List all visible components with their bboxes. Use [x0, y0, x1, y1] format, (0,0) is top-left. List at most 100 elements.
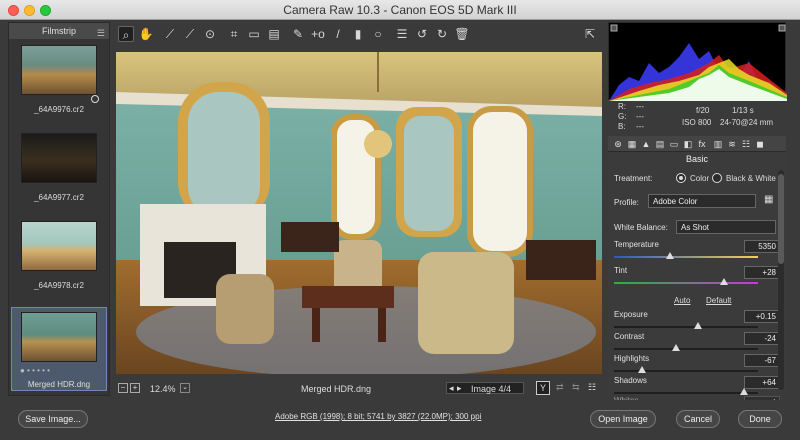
hsl-tab-icon[interactable]: ▤ — [654, 138, 666, 150]
lens-corrections-tab-icon[interactable]: ◧ — [682, 138, 694, 150]
settings-icon[interactable]: ☷ — [588, 382, 596, 393]
exposure-slider[interactable] — [614, 326, 758, 328]
zoom-level[interactable]: 12.4% — [150, 384, 176, 394]
straighten-icon[interactable]: ▭ — [246, 26, 262, 42]
save-image-button[interactable]: Save Image... — [18, 410, 88, 428]
white-balance-row: White Balance: As Shot — [614, 220, 780, 236]
preview-status-bar: − + 12.4% ⌄ Merged HDR.dng ◂ ▸ Image 4/4… — [116, 380, 602, 396]
detail-tab-icon[interactable]: ▲ — [640, 138, 652, 150]
shadow-clipping-icon[interactable] — [610, 24, 618, 32]
spot-removal-icon[interactable]: ✎ — [290, 26, 306, 42]
auto-button[interactable]: Auto — [674, 296, 690, 305]
fullscreen-icon[interactable]: ⇱ — [582, 26, 598, 42]
effects-tab-icon[interactable]: fx — [696, 138, 708, 150]
highlights-knob[interactable] — [638, 366, 646, 373]
tint-value[interactable]: +28 — [744, 266, 780, 279]
contrast-knob[interactable] — [672, 344, 680, 351]
workflow-options-link[interactable]: Adobe RGB (1998); 8 bit; 5741 by 3827 (2… — [275, 412, 481, 421]
rotate-left-icon[interactable]: ↺ — [414, 26, 430, 42]
target-adjust-icon[interactable]: ⊙ — [202, 26, 218, 42]
aperture: f/20 — [696, 106, 710, 115]
shadows-value[interactable]: +64 — [744, 376, 780, 389]
white-balance-label: White Balance: — [614, 223, 668, 232]
filmstrip-item[interactable]: _64A9976.cr2 — [15, 45, 103, 114]
graduated-filter-icon[interactable]: ▮ — [350, 26, 366, 42]
red-eye-icon[interactable]: +o — [310, 26, 326, 42]
split-toning-tab-icon[interactable]: ▭ — [668, 138, 680, 150]
contrast-row: Contrast -24 — [614, 332, 780, 356]
white-balance-select[interactable]: As Shot — [676, 220, 776, 234]
contrast-slider[interactable] — [614, 348, 758, 350]
temperature-value[interactable]: 5350 — [744, 240, 780, 253]
before-after-toggle[interactable]: Y — [536, 381, 550, 395]
highlights-slider[interactable] — [614, 370, 758, 372]
rating-dots[interactable]: ● • • • • • — [20, 366, 50, 375]
tint-slider[interactable] — [614, 282, 758, 284]
adjustment-brush-icon[interactable]: / — [330, 26, 346, 42]
thumbnail-image — [21, 133, 97, 183]
b-label: B: — [618, 122, 626, 131]
treatment-color-radio[interactable] — [676, 173, 686, 183]
highlights-value[interactable]: -67 — [744, 354, 780, 367]
minimize-window-button[interactable] — [24, 5, 35, 16]
radial-filter-icon[interactable]: ○ — [370, 26, 386, 42]
filmstrip-menu-icon[interactable]: ☰ — [97, 25, 105, 41]
filmstrip-item-selected[interactable]: ● • • • • • Merged HDR.dng — [11, 307, 107, 391]
maximize-window-button[interactable] — [40, 5, 51, 16]
trash-icon[interactable]: 🗑 — [454, 26, 470, 42]
shadows-label: Shadows — [614, 376, 647, 385]
highlight-clipping-icon[interactable] — [778, 24, 786, 32]
more-tab-icon[interactable]: ◼ — [754, 138, 766, 150]
color-sampler-icon[interactable]: ⟋ — [182, 26, 198, 42]
shadows-knob[interactable] — [740, 388, 748, 395]
filmstrip-item[interactable]: _64A9978.cr2 — [15, 221, 103, 290]
zoom-icon[interactable]: ⌕ — [118, 26, 134, 42]
contrast-value[interactable]: -24 — [744, 332, 780, 345]
zoom-in-button[interactable]: + — [130, 383, 140, 393]
zoom-out-button[interactable]: − — [118, 383, 128, 393]
treatment-bw-radio[interactable] — [712, 173, 722, 183]
shutter-speed: 1/13 s — [732, 106, 754, 115]
filmstrip-item[interactable]: _64A9977.cr2 — [15, 133, 103, 202]
camera-readout: R: --- G: --- B: --- f/20 1/13 s ISO 800… — [608, 100, 786, 134]
iso: ISO 800 — [682, 118, 712, 127]
window-title: Camera Raw 10.3 - Canon EOS 5D Mark III — [283, 3, 517, 17]
calibration-tab-icon[interactable]: ▥ — [712, 138, 724, 150]
next-image-icon[interactable]: ▸ — [457, 383, 462, 394]
tone-curve-tab-icon[interactable]: ▦ — [626, 138, 638, 150]
done-button[interactable]: Done — [738, 410, 782, 428]
default-button[interactable]: Default — [706, 296, 731, 305]
swap-icon[interactable]: ⇄ — [556, 382, 564, 393]
g-value: --- — [636, 112, 644, 121]
crop-icon[interactable]: ⌗ — [226, 26, 242, 42]
temperature-slider[interactable] — [614, 256, 758, 258]
hand-icon[interactable]: ✋ — [138, 26, 154, 42]
exposure-value[interactable]: +0.15 — [744, 310, 780, 323]
shadows-slider[interactable] — [614, 392, 758, 394]
transform-icon[interactable]: ▤ — [266, 26, 282, 42]
temperature-knob[interactable] — [666, 252, 674, 259]
close-window-button[interactable] — [8, 5, 19, 16]
basic-tab-icon[interactable]: ⊛ — [612, 138, 624, 150]
preferences-icon[interactable]: ☰ — [394, 26, 410, 42]
scrollbar[interactable] — [778, 170, 784, 390]
exposure-knob[interactable] — [694, 322, 702, 329]
white-balance-icon[interactable]: ⟋ — [162, 26, 178, 42]
profile-select[interactable]: Adobe Color — [648, 194, 756, 208]
snapshots-tab-icon[interactable]: ☷ — [740, 138, 752, 150]
scrollbar-thumb[interactable] — [778, 174, 784, 264]
cancel-button[interactable]: Cancel — [676, 410, 720, 428]
tint-knob[interactable] — [720, 278, 728, 285]
g-label: G: — [618, 112, 627, 121]
image-preview[interactable] — [116, 52, 602, 374]
filmstrip-item-label: Merged HDR.dng — [27, 380, 91, 389]
rotate-right-icon[interactable]: ↻ — [434, 26, 450, 42]
histogram — [608, 22, 787, 101]
open-image-button[interactable]: Open Image — [590, 410, 656, 428]
prev-image-icon[interactable]: ◂ — [449, 383, 454, 394]
copy-icon[interactable]: ⇆ — [572, 382, 580, 393]
profile-browser-icon[interactable]: ▦ — [764, 194, 773, 205]
presets-tab-icon[interactable]: ≋ — [726, 138, 738, 150]
zoom-dropdown-icon[interactable]: ⌄ — [180, 383, 190, 393]
lens: 24-70@24 mm — [720, 118, 774, 127]
